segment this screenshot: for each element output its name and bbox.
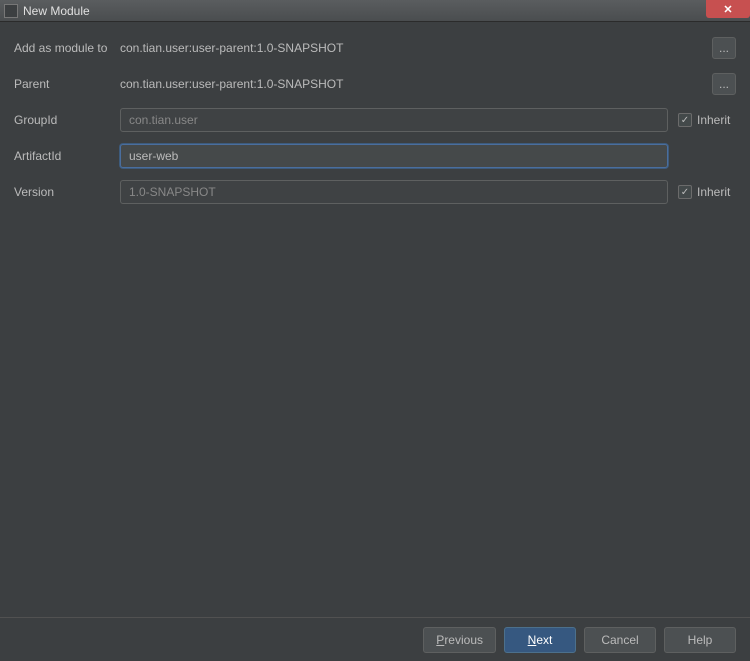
version-inherit-wrap: ✓ Inherit (678, 185, 736, 199)
ellipsis-icon: ... (719, 77, 729, 91)
groupid-inherit-checkbox[interactable]: ✓ (678, 113, 692, 127)
add-as-module-label: Add as module to (14, 41, 120, 55)
window-title: New Module (23, 4, 90, 18)
cancel-button-label: Cancel (601, 633, 638, 647)
app-icon (4, 4, 18, 18)
previous-button-label: Previous (436, 633, 483, 647)
artifactid-input[interactable] (120, 144, 668, 168)
groupid-inherit-wrap: ✓ Inherit (678, 113, 736, 127)
form-content: Add as module to con.tian.user:user-pare… (0, 22, 750, 204)
help-button[interactable]: Help (664, 627, 736, 653)
check-icon: ✓ (681, 115, 689, 126)
add-as-module-value: con.tian.user:user-parent:1.0-SNAPSHOT (120, 41, 712, 55)
close-icon: ✕ (723, 3, 732, 16)
previous-button[interactable]: Previous (423, 627, 496, 653)
cancel-button[interactable]: Cancel (584, 627, 656, 653)
groupid-label: GroupId (14, 113, 120, 127)
next-button-label: Next (528, 633, 553, 647)
add-as-module-row: Add as module to con.tian.user:user-pare… (14, 36, 736, 60)
groupid-row: GroupId ✓ Inherit (14, 108, 736, 132)
parent-browse-button[interactable]: ... (712, 73, 736, 95)
artifactid-row: ArtifactId (14, 144, 736, 168)
ellipsis-icon: ... (719, 41, 729, 55)
check-icon: ✓ (681, 187, 689, 198)
next-button[interactable]: Next (504, 627, 576, 653)
titlebar: New Module ✕ (0, 0, 750, 22)
version-row: Version ✓ Inherit (14, 180, 736, 204)
close-button[interactable]: ✕ (706, 0, 750, 18)
groupid-inherit-label: Inherit (697, 113, 730, 127)
parent-row: Parent con.tian.user:user-parent:1.0-SNA… (14, 72, 736, 96)
version-inherit-checkbox[interactable]: ✓ (678, 185, 692, 199)
groupid-input[interactable] (120, 108, 668, 132)
version-input[interactable] (120, 180, 668, 204)
button-bar: Previous Next Cancel Help (0, 617, 750, 661)
parent-value: con.tian.user:user-parent:1.0-SNAPSHOT (120, 77, 712, 91)
version-label: Version (14, 185, 120, 199)
artifactid-label: ArtifactId (14, 149, 120, 163)
parent-label: Parent (14, 77, 120, 91)
help-button-label: Help (688, 633, 713, 647)
version-inherit-label: Inherit (697, 185, 730, 199)
add-as-module-browse-button[interactable]: ... (712, 37, 736, 59)
